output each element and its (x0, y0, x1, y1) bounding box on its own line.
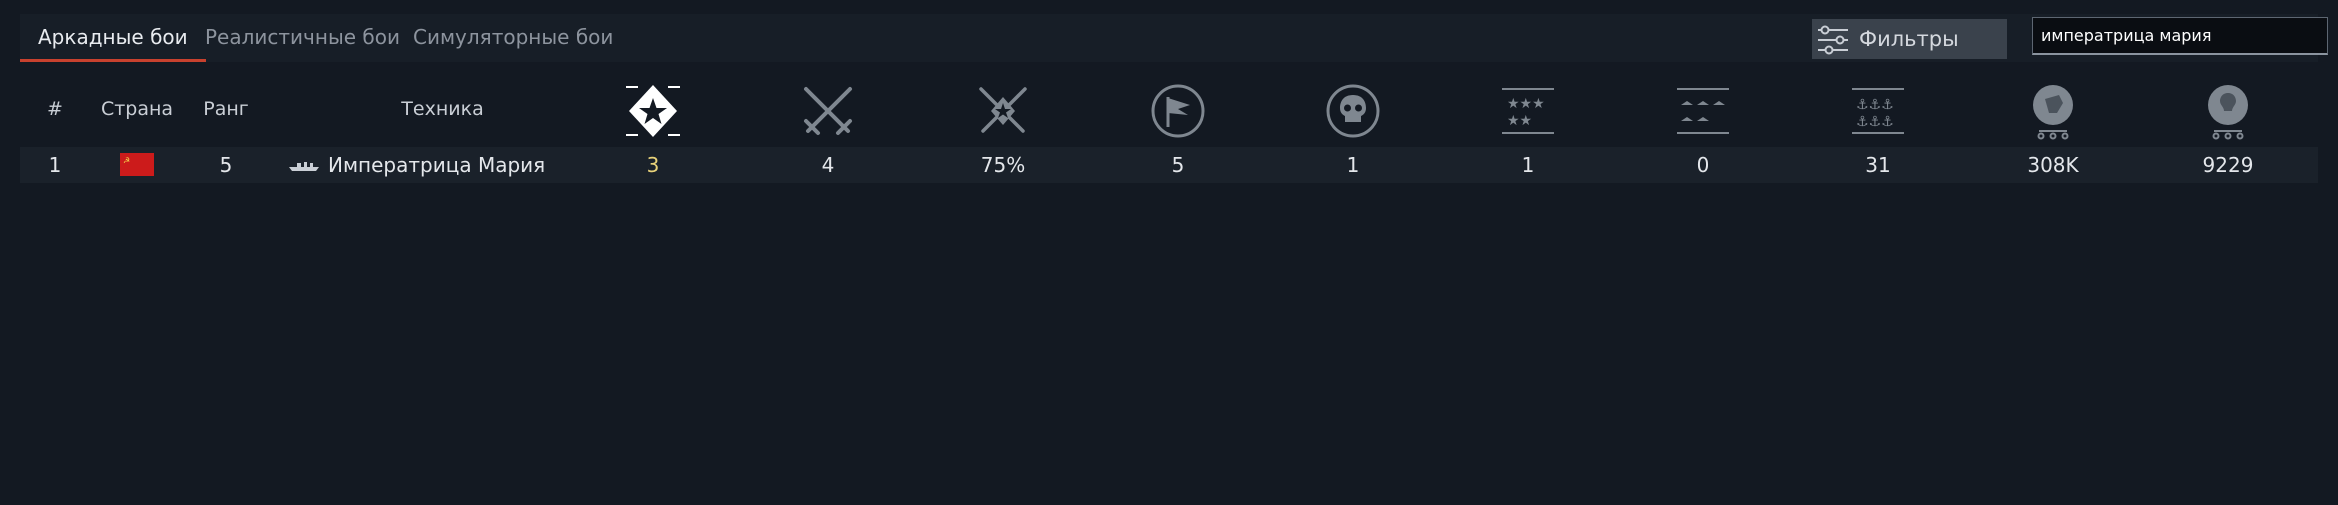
row-rank: 5 (219, 153, 233, 177)
column-header-rank[interactable]: Ранг (196, 98, 256, 124)
flag-icon[interactable] (1148, 81, 1208, 141)
svg-text:⚓⚓⚓: ⚓⚓⚓ (1856, 114, 1894, 130)
stat-naval-kills: 31 (1865, 153, 1891, 177)
tab-simulator-battles[interactable]: Симуляторные бои (413, 14, 613, 60)
ussr-flag-icon: ☭ (120, 153, 154, 176)
row-number: 1 (48, 153, 62, 177)
win-rate-icon[interactable] (973, 81, 1033, 141)
stat-research: 9229 (2202, 153, 2254, 177)
lion-icon[interactable] (2023, 81, 2083, 141)
row-vehicle-name[interactable]: Императрица Мария (328, 147, 545, 183)
air-kills-icon[interactable] (1673, 81, 1733, 141)
stat-flag: 5 (1171, 153, 1185, 177)
stat-victories: 3 (646, 153, 660, 177)
mode-tab-bar: Аркадные бои Реалистичные бои Симуляторн… (20, 14, 2328, 62)
column-header-number: # (47, 98, 63, 120)
stat-deaths: 1 (1346, 153, 1360, 177)
stars-icon[interactable]: ★★★★★ (1498, 81, 1558, 141)
svg-text:⚓⚓⚓: ⚓⚓⚓ (1856, 97, 1894, 113)
stat-battles: 4 (821, 153, 835, 177)
naval-kills-icon[interactable]: ⚓⚓⚓⚓⚓⚓ (1848, 81, 1908, 141)
stat-lion: 308K (2027, 153, 2079, 177)
svg-text:☭: ☭ (123, 156, 130, 165)
tab-realistic-battles[interactable]: Реалистичные бои (205, 14, 400, 60)
column-header-vehicle[interactable]: Техника (395, 98, 490, 124)
crossed-swords-icon[interactable] (798, 81, 858, 141)
filters-button[interactable]: Фильтры (1812, 19, 2007, 59)
stat-air-kills: 0 (1696, 153, 1710, 177)
bulb-icon[interactable] (2198, 81, 2258, 141)
tab-arcade-battles[interactable]: Аркадные бои (20, 14, 206, 62)
svg-text:★★★: ★★★ (1507, 96, 1545, 112)
victory-icon[interactable] (623, 81, 683, 141)
stat-win-rate: 75% (980, 153, 1026, 177)
column-header-country[interactable]: Страна (97, 98, 177, 124)
sliders-icon (1818, 25, 1848, 55)
stat-stars: 1 (1521, 153, 1535, 177)
filters-label: Фильтры (1859, 27, 1959, 51)
search-input[interactable] (2032, 17, 2328, 55)
ship-icon (289, 162, 319, 171)
skull-icon[interactable] (1323, 81, 1383, 141)
table-row[interactable]: 1 ☭ 5 Императрица Мария 3 4 75% 5 1 1 0 … (20, 147, 2318, 183)
svg-text:★★: ★★ (1507, 113, 1532, 129)
